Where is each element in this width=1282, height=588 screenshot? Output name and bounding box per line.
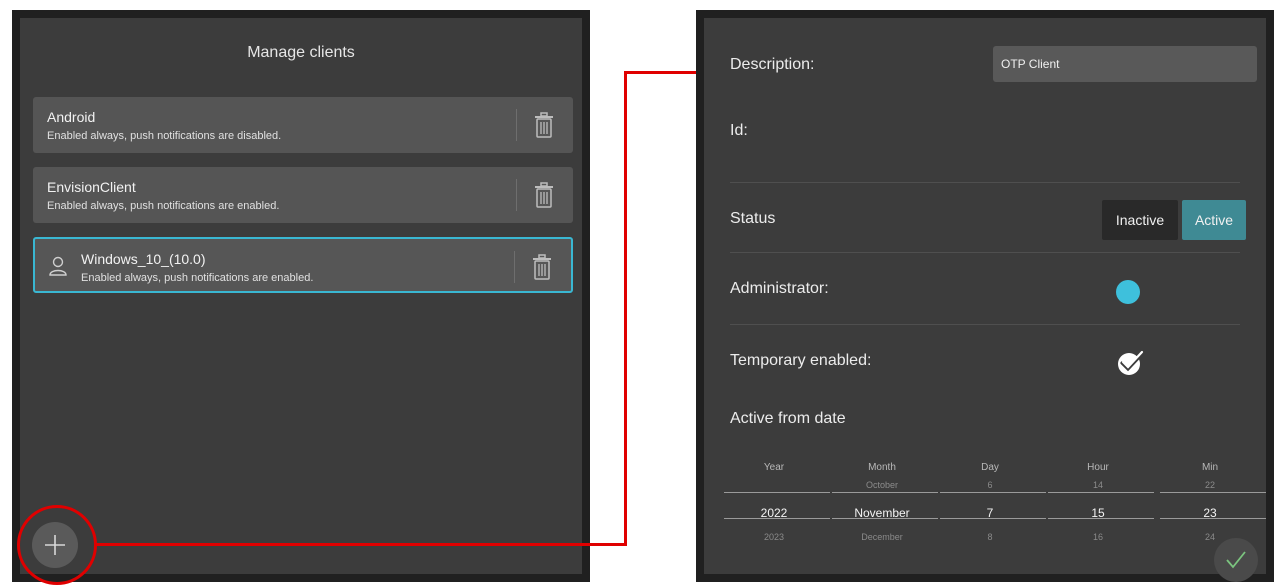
picker-year-header: Year [763, 462, 785, 473]
connector-line-horizontal-top [624, 71, 704, 74]
administrator-toggle[interactable] [1116, 280, 1140, 304]
active-from-date-label: Active from date [730, 410, 846, 427]
picker-day-prev: 6 [987, 480, 993, 490]
checkmark-icon [1226, 551, 1246, 569]
status-active-button[interactable]: Active [1182, 200, 1246, 240]
picker-min-prev: 22 [1204, 480, 1215, 490]
description-input[interactable] [993, 46, 1257, 82]
picker-hour-header: Hour [1087, 462, 1109, 473]
picker-hour-prev: 14 [1092, 480, 1103, 490]
temporary-enabled-label: Temporary enabled: [730, 352, 872, 369]
client-row-android[interactable]: Android Enabled always, push notificatio… [33, 97, 573, 153]
client-status: Enabled always, push notifications are e… [81, 272, 314, 284]
divider [730, 182, 1240, 183]
id-label: Id: [730, 122, 748, 139]
status-label: Status [730, 210, 776, 227]
picker-line [724, 492, 830, 493]
row-divider [516, 179, 517, 211]
connector-line-vertical [624, 71, 627, 546]
trash-icon[interactable] [529, 253, 555, 281]
confirm-button[interactable] [1214, 538, 1258, 582]
picker-line [1160, 492, 1266, 493]
trash-icon[interactable] [531, 111, 557, 139]
client-details-panel: Description: Id: Status Inactive Active … [696, 10, 1274, 582]
administrator-label: Administrator: [730, 280, 829, 297]
picker-line [832, 492, 938, 493]
picker-line [832, 518, 938, 519]
picker-year-next: 2023 [763, 532, 785, 540]
connector-line-horizontal-bottom [96, 543, 627, 546]
client-name: EnvisionClient [47, 179, 136, 195]
picker-min-header: Min [1201, 462, 1219, 473]
page-title: Manage clients [247, 44, 355, 61]
picker-day-header: Day [981, 462, 999, 473]
client-status: Enabled always, push notifications are d… [47, 130, 282, 142]
picker-line [724, 518, 830, 519]
picker-line [1048, 492, 1154, 493]
manage-clients-panel: Manage clients Android Enabled always, p… [12, 10, 590, 582]
row-divider [516, 109, 517, 141]
picker-month-prev: October [865, 480, 898, 490]
picker-line [1048, 518, 1154, 519]
description-label: Description: [730, 56, 815, 73]
divider [730, 324, 1240, 325]
highlight-ring [17, 505, 97, 585]
picker-line [1160, 518, 1266, 519]
picker-day-next: 8 [987, 532, 993, 540]
trash-icon[interactable] [531, 181, 557, 209]
user-icon [49, 256, 67, 276]
temporary-enabled-checkbox[interactable] [1116, 348, 1146, 376]
picker-month-next: December [861, 532, 903, 540]
client-row-windows[interactable]: Windows_10_(10.0) Enabled always, push n… [33, 237, 573, 293]
client-row-envisionclient[interactable]: EnvisionClient Enabled always, push noti… [33, 167, 573, 223]
row-divider [514, 251, 515, 283]
client-name: Android [47, 109, 96, 125]
client-name: Windows_10_(10.0) [81, 251, 206, 267]
picker-line [940, 492, 1046, 493]
client-status: Enabled always, push notifications are e… [47, 200, 280, 212]
status-inactive-button[interactable]: Inactive [1102, 200, 1178, 240]
divider [730, 252, 1240, 253]
picker-hour-next: 16 [1092, 532, 1103, 540]
picker-line [940, 518, 1046, 519]
picker-month-header: Month [868, 462, 896, 473]
